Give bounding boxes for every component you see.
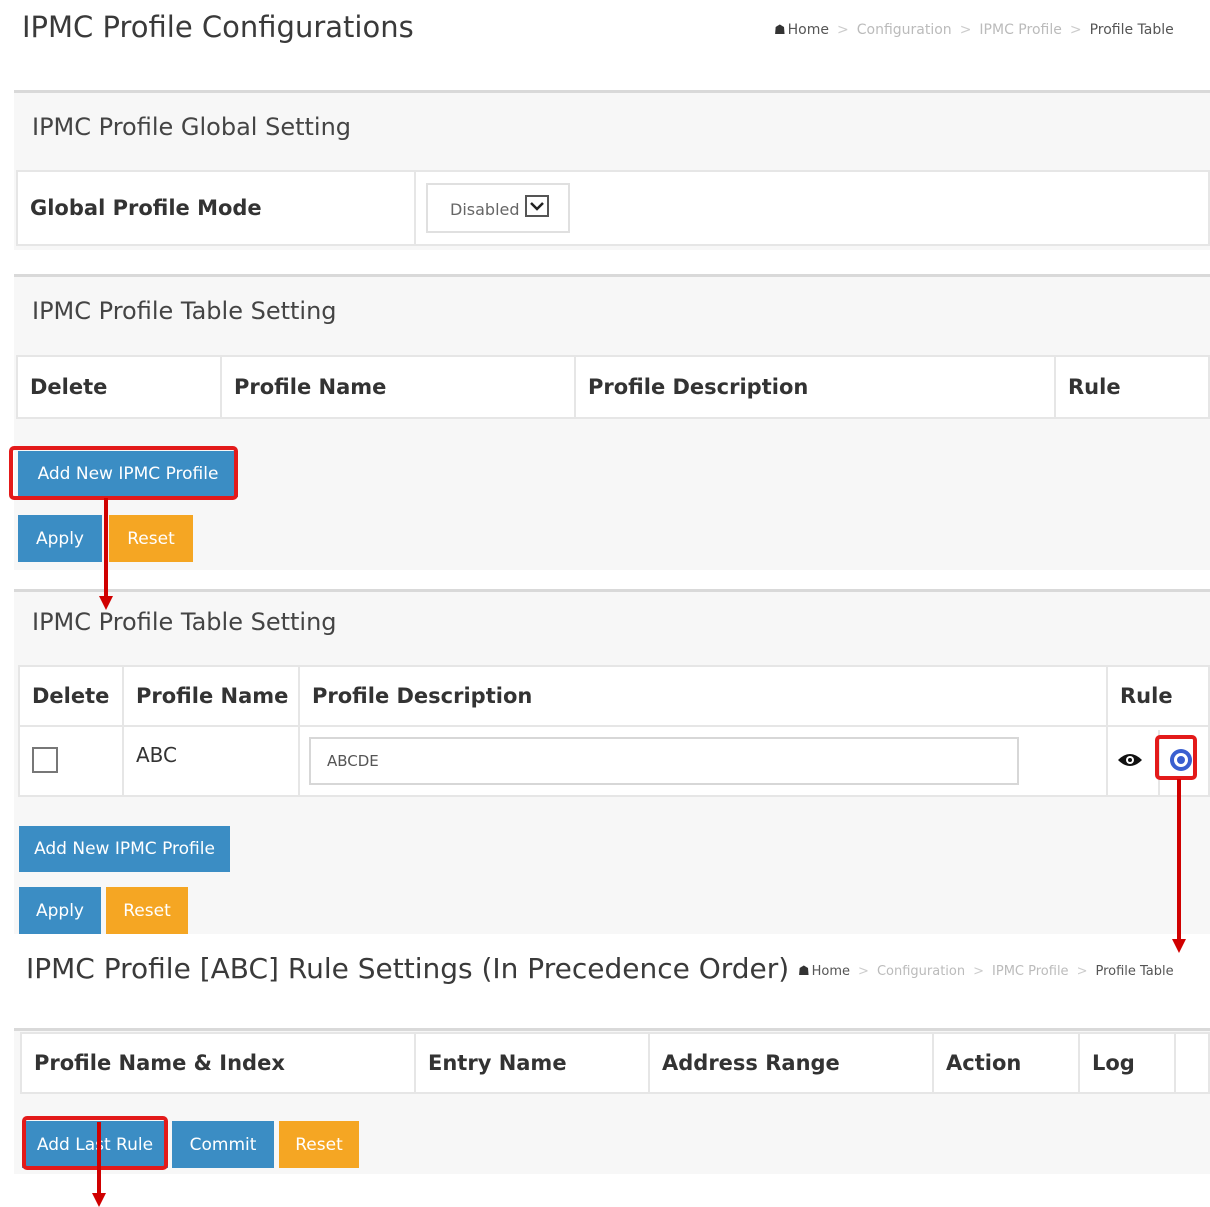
col-address-range: Address Range [648, 1032, 934, 1094]
annotation-arrow-line [104, 498, 108, 598]
col-delete: Delete [16, 355, 222, 419]
col-delete: Delete [18, 665, 124, 727]
col-entry-name: Entry Name [414, 1032, 650, 1094]
global-profile-mode-label: Global Profile Mode [16, 170, 416, 246]
reset-button[interactable]: Reset [109, 515, 193, 562]
global-profile-mode-select[interactable]: Disabled [426, 183, 570, 233]
global-setting-title: IPMC Profile Global Setting [32, 113, 352, 141]
annotation-arrowhead [1172, 939, 1186, 953]
breadcrumb-separator: > [959, 22, 972, 38]
apply-button[interactable]: Apply [18, 515, 102, 562]
highlight-edit-rule [1155, 735, 1197, 780]
col-profile-description: Profile Description [574, 355, 1056, 419]
delete-checkbox[interactable] [32, 747, 58, 773]
breadcrumb-2: ☗ Home > Configuration > IPMC Profile > Profile… [798, 964, 1174, 979]
col-action: Action [932, 1032, 1080, 1094]
page-title: IPMC Profile Configurations [22, 10, 414, 44]
profile-table-title-2: IPMC Profile Table Setting [32, 608, 337, 636]
breadcrumb-current: Profile Table [1095, 964, 1174, 979]
breadcrumb-home[interactable]: Home [788, 22, 829, 38]
breadcrumb-separator: > [858, 964, 869, 979]
breadcrumb-ipmc-profile[interactable]: IPMC Profile [992, 964, 1069, 979]
col-empty [1174, 1032, 1210, 1094]
breadcrumb-current: Profile Table [1089, 22, 1174, 38]
col-profile-name: Profile Name [122, 665, 300, 727]
breadcrumb-ipmc-profile[interactable]: IPMC Profile [979, 22, 1061, 38]
col-rule: Rule [1054, 355, 1210, 419]
profile-table-panel: IPMC Profile Table Setting [14, 274, 1210, 570]
breadcrumb: ☗ Home > Configuration > IPMC Profile > Profile… [774, 22, 1174, 38]
home-icon: ☗ [798, 964, 810, 979]
profile-table-empty: Delete Profile Name Profile Description … [16, 355, 1210, 419]
col-rule: Rule [1106, 665, 1210, 727]
breadcrumb-separator: > [837, 22, 849, 38]
annotation-arrow-line [97, 1122, 101, 1194]
rule-table: Profile Name & Index Entry Name Address … [20, 1032, 1210, 1094]
chevron-down-icon[interactable] [525, 195, 549, 217]
add-new-ipmc-profile-button-2[interactable]: Add New IPMC Profile [19, 826, 230, 872]
breadcrumb-separator: > [1076, 964, 1088, 979]
global-setting-table: Global Profile Mode [16, 170, 1210, 246]
highlight-add-new-profile [9, 446, 238, 500]
apply-button-2[interactable]: Apply [19, 887, 101, 934]
breadcrumb-separator: > [1069, 22, 1082, 38]
breadcrumb-home[interactable]: Home [812, 964, 850, 979]
highlight-add-last-rule [22, 1116, 168, 1170]
profile-name-cell: ABC [122, 725, 300, 797]
breadcrumb-configuration[interactable]: Configuration [877, 964, 965, 979]
col-profile-name: Profile Name [220, 355, 576, 419]
home-icon: ☗ [774, 23, 786, 38]
breadcrumb-configuration[interactable]: Configuration [857, 22, 952, 38]
breadcrumb-separator: > [973, 964, 985, 979]
reset-button-2[interactable]: Reset [106, 887, 188, 934]
annotation-arrowhead [92, 1193, 106, 1207]
col-log: Log [1078, 1032, 1176, 1094]
profile-description-input[interactable] [309, 737, 1019, 785]
annotation-arrowhead [99, 596, 113, 610]
view-eye-icon[interactable] [1117, 750, 1143, 774]
select-value: Disabled [450, 200, 520, 219]
col-profile-name-index: Profile Name & Index [20, 1032, 416, 1094]
profile-table-title: IPMC Profile Table Setting [32, 297, 337, 325]
commit-button[interactable]: Commit [172, 1121, 274, 1168]
rule-settings-title: IPMC Profile [ABC] Rule Settings (In Pre… [26, 952, 790, 985]
col-profile-description: Profile Description [298, 665, 1108, 727]
reset-button-3[interactable]: Reset [279, 1121, 359, 1168]
annotation-arrow-line [1177, 779, 1181, 939]
